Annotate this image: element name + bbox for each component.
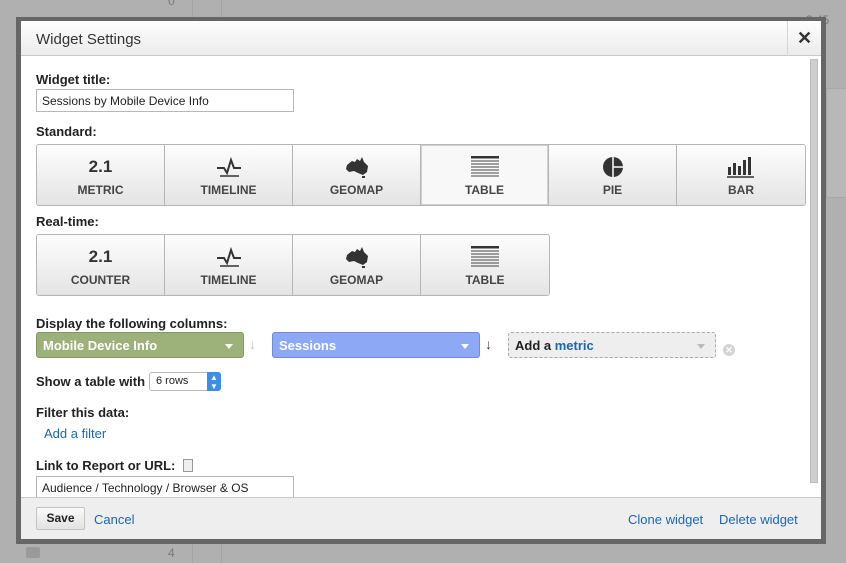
dimension-dropdown[interactable]: Mobile Device Info [36,332,244,358]
table-icon [470,156,499,177]
button-label: PIE [602,183,623,197]
timeline-icon [216,247,241,267]
chevron-down-icon [697,344,705,349]
metric-icon: 2.1 [88,157,113,176]
dialog-frame: Widget Settings ✕ Widget title: Standard… [16,17,826,544]
link-url-input[interactable] [36,476,294,499]
realtime-geomap-button[interactable]: GEOMAP [293,235,421,295]
button-label: TIMELINE [200,183,257,197]
sort-arrow-icon[interactable]: ↓ [249,336,256,352]
button-label: GEOMAP [329,183,384,197]
dialog-header: Widget Settings ✕ [21,21,821,56]
standard-table-button[interactable]: TABLE [421,145,549,205]
bar-icon [727,157,754,178]
background-value: 4 [168,546,175,560]
close-button[interactable]: ✕ [787,21,821,56]
geomap-icon [345,247,368,268]
standard-pie-button[interactable]: PIE [549,145,677,205]
chevron-down-icon [461,344,469,349]
link-label: Link to Report or URL: [36,458,176,473]
background-value: 0 [168,0,175,8]
widget-title-label: Widget title: [36,72,111,87]
button-label: TABLE [465,273,505,287]
counter-icon: 2.1 [88,247,113,266]
dimension-value: Mobile Device Info [43,338,158,353]
save-button[interactable]: Save [36,507,85,530]
rows-select[interactable]: 6 rows ▲ ▼ [149,372,221,391]
dialog-footer: Save Cancel Clone widget Delete widget [21,497,821,539]
standard-geomap-button[interactable]: GEOMAP [293,145,421,205]
cancel-link[interactable]: Cancel [94,512,134,527]
geomap-icon [345,157,368,178]
realtime-visualization-group: 2.1 COUNTER TIMELINE GEOMAP TABLE [36,234,550,296]
scrollbar[interactable] [810,59,818,483]
background-panel [826,88,846,198]
metric-value: Sessions [279,338,337,353]
button-label: BAR [728,183,754,197]
camera-icon [26,547,40,558]
rows-value: 6 rows [156,375,189,387]
dialog-body: Widget title: Standard: 2.1 METRIC TIMEL… [21,57,807,499]
realtime-timeline-button[interactable]: TIMELINE [165,235,293,295]
timeline-icon [216,157,241,177]
select-spinner-icon: ▲ ▼ [207,372,221,391]
add-metric-link[interactable]: metric [555,338,594,353]
delete-widget-link[interactable]: Delete widget [719,512,798,527]
button-label: METRIC [77,183,124,197]
button-label: TIMELINE [200,273,257,287]
chevron-down-icon [225,344,233,349]
columns-label: Display the following columns: [36,316,228,331]
rows-label: Show a table with [36,374,146,389]
realtime-table-button[interactable]: TABLE [421,235,549,295]
dialog-title: Widget Settings [36,31,142,48]
add-metric-dropdown[interactable]: Add a metric [508,332,716,358]
clone-widget-link[interactable]: Clone widget [628,512,703,527]
filter-label: Filter this data: [36,405,130,420]
standard-label: Standard: [36,124,97,139]
widget-settings-dialog: Widget Settings ✕ Widget title: Standard… [21,21,821,539]
pie-icon [602,157,623,177]
remove-column-icon[interactable]: ✕ [723,344,735,356]
standard-metric-button[interactable]: 2.1 METRIC [37,145,165,205]
add-metric-prefix: Add a [515,338,552,353]
standard-visualization-group: 2.1 METRIC TIMELINE GEOMAP TABLE PIE BAR [36,144,806,206]
report-picker-icon[interactable] [183,459,193,472]
button-label: TABLE [464,183,505,197]
add-filter-link[interactable]: Add a filter [44,426,106,441]
realtime-counter-button[interactable]: 2.1 COUNTER [37,235,165,295]
widget-title-input[interactable] [36,89,294,112]
sort-arrow-icon[interactable]: ↓ [485,336,492,352]
close-icon: ✕ [796,28,813,48]
button-label: GEOMAP [329,273,384,287]
realtime-label: Real-time: [36,214,99,229]
table-icon [471,246,499,267]
standard-bar-button[interactable]: BAR [677,145,805,205]
metric-dropdown[interactable]: Sessions [272,332,480,358]
button-label: COUNTER [70,273,131,287]
standard-timeline-button[interactable]: TIMELINE [165,145,293,205]
